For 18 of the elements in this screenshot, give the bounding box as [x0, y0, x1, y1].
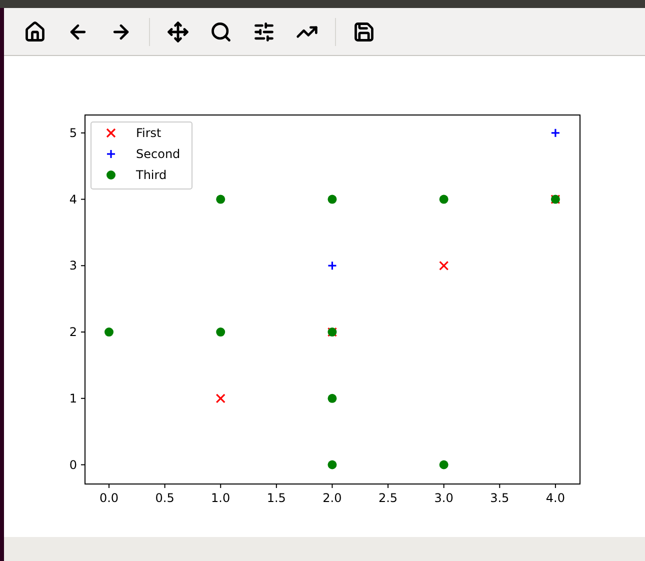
y-tick-label: 4 — [69, 192, 77, 206]
x-tick-label: 2.5 — [378, 491, 398, 505]
legend-label: Second — [136, 147, 180, 161]
x-tick-label: 4.0 — [546, 491, 565, 505]
x-tick-label: 1.0 — [211, 491, 230, 505]
legend-label: Third — [136, 168, 167, 182]
y-tick-label: 1 — [69, 391, 77, 406]
y-tick-label: 0 — [69, 458, 77, 472]
x-tick-label: 3.5 — [490, 491, 510, 505]
x-tick-label: 3.0 — [434, 491, 454, 505]
legend-label: First — [136, 126, 162, 140]
y-tick-label: 5 — [69, 126, 77, 140]
y-tick-label: 3 — [69, 258, 77, 273]
x-tick-label: 1.5 — [266, 491, 286, 505]
x-tick-label: 2.0 — [322, 491, 342, 505]
x-tick-label: 0.5 — [155, 491, 174, 505]
y-tick-label: 2 — [69, 325, 77, 340]
x-tick-label: 0.0 — [99, 491, 119, 505]
